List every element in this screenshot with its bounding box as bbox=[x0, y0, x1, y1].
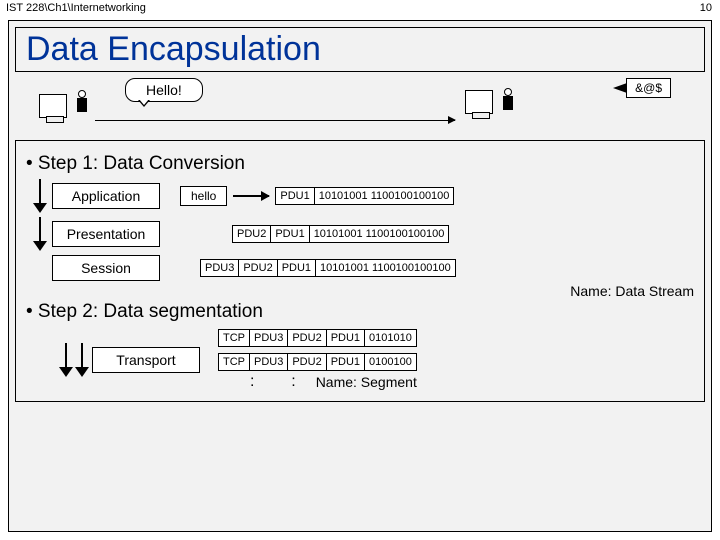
segment-label: Name: Segment bbox=[316, 374, 417, 390]
pdu-row-pres: PDU2 PDU1 10101001 1100100100100 bbox=[232, 225, 449, 243]
transmission-line bbox=[95, 120, 455, 121]
down-arrow-icon bbox=[33, 217, 47, 251]
layer-application: Application bbox=[52, 183, 160, 209]
binary-data: 10101001 1100100100100 bbox=[316, 259, 456, 277]
pdu1-label: PDU1 bbox=[278, 259, 316, 277]
pdu1-label: PDU1 bbox=[327, 329, 365, 347]
pdu1-label: PDU1 bbox=[275, 187, 314, 205]
speech-bubble-garbled: &@$ bbox=[626, 78, 671, 98]
breadcrumb: IST 228\Ch1\Internetworking bbox=[0, 0, 720, 16]
down-arrow-icon bbox=[59, 343, 73, 377]
slide-frame: Data Encapsulation Hello! &@$ • Step 1: … bbox=[8, 20, 712, 532]
slide-title: Data Encapsulation bbox=[15, 27, 705, 72]
speech-text: Hello! bbox=[146, 82, 182, 98]
person-icon bbox=[501, 88, 515, 119]
segment-row-2: TCP PDU3 PDU2 PDU1 0100100 bbox=[218, 353, 417, 371]
step2-heading: • Step 2: Data segmentation bbox=[26, 301, 694, 323]
segment-row-1: TCP PDU3 PDU2 PDU1 0101010 bbox=[218, 329, 417, 347]
pdu-row-sess: PDU3 PDU2 PDU1 10101001 1100100100100 bbox=[200, 259, 456, 277]
speech-bubble-hello: Hello! bbox=[125, 78, 203, 102]
binary-data: 0100100 bbox=[365, 353, 417, 371]
pdu3-label: PDU3 bbox=[250, 329, 288, 347]
layer-transport: Transport bbox=[92, 347, 200, 373]
tcp-label: TCP bbox=[218, 329, 250, 347]
pdu1-label: PDU1 bbox=[327, 353, 365, 371]
pdu3-label: PDU3 bbox=[200, 259, 239, 277]
ellipsis-icon: : bbox=[244, 373, 260, 391]
layer-presentation: Presentation bbox=[52, 221, 160, 247]
garble-text: &@$ bbox=[635, 81, 662, 95]
layer-session: Session bbox=[52, 255, 160, 281]
binary-data: 10101001 1100100100100 bbox=[310, 225, 450, 243]
pdu1-label: PDU1 bbox=[271, 225, 309, 243]
pdu2-label: PDU2 bbox=[288, 329, 326, 347]
computer-icon bbox=[39, 94, 67, 123]
ellipsis-icon: : bbox=[285, 373, 301, 391]
binary-data: 0101010 bbox=[365, 329, 417, 347]
data-stream-label: Name: Data Stream bbox=[26, 283, 694, 299]
binary-data: 10101001 1100100100100 bbox=[315, 187, 455, 205]
page-number: 10 bbox=[700, 2, 712, 14]
person-icon bbox=[75, 90, 89, 121]
computer-icon bbox=[465, 90, 493, 119]
down-arrow-icon bbox=[33, 179, 47, 213]
pdu2-label: PDU2 bbox=[232, 225, 271, 243]
data-hello: hello bbox=[180, 186, 227, 206]
pdu3-label: PDU3 bbox=[250, 353, 288, 371]
pdu2-label: PDU2 bbox=[239, 259, 277, 277]
step1-heading: • Step 1: Data Conversion bbox=[26, 153, 694, 175]
down-arrow-icon bbox=[75, 343, 89, 377]
pdu-row-app: PDU1 10101001 1100100100100 bbox=[275, 187, 454, 205]
communication-illustration: Hello! &@$ bbox=[19, 76, 701, 136]
right-arrow-icon bbox=[233, 195, 269, 197]
tcp-label: TCP bbox=[218, 353, 250, 371]
pdu2-label: PDU2 bbox=[288, 353, 326, 371]
steps-frame: • Step 1: Data Conversion Application he… bbox=[15, 140, 705, 402]
